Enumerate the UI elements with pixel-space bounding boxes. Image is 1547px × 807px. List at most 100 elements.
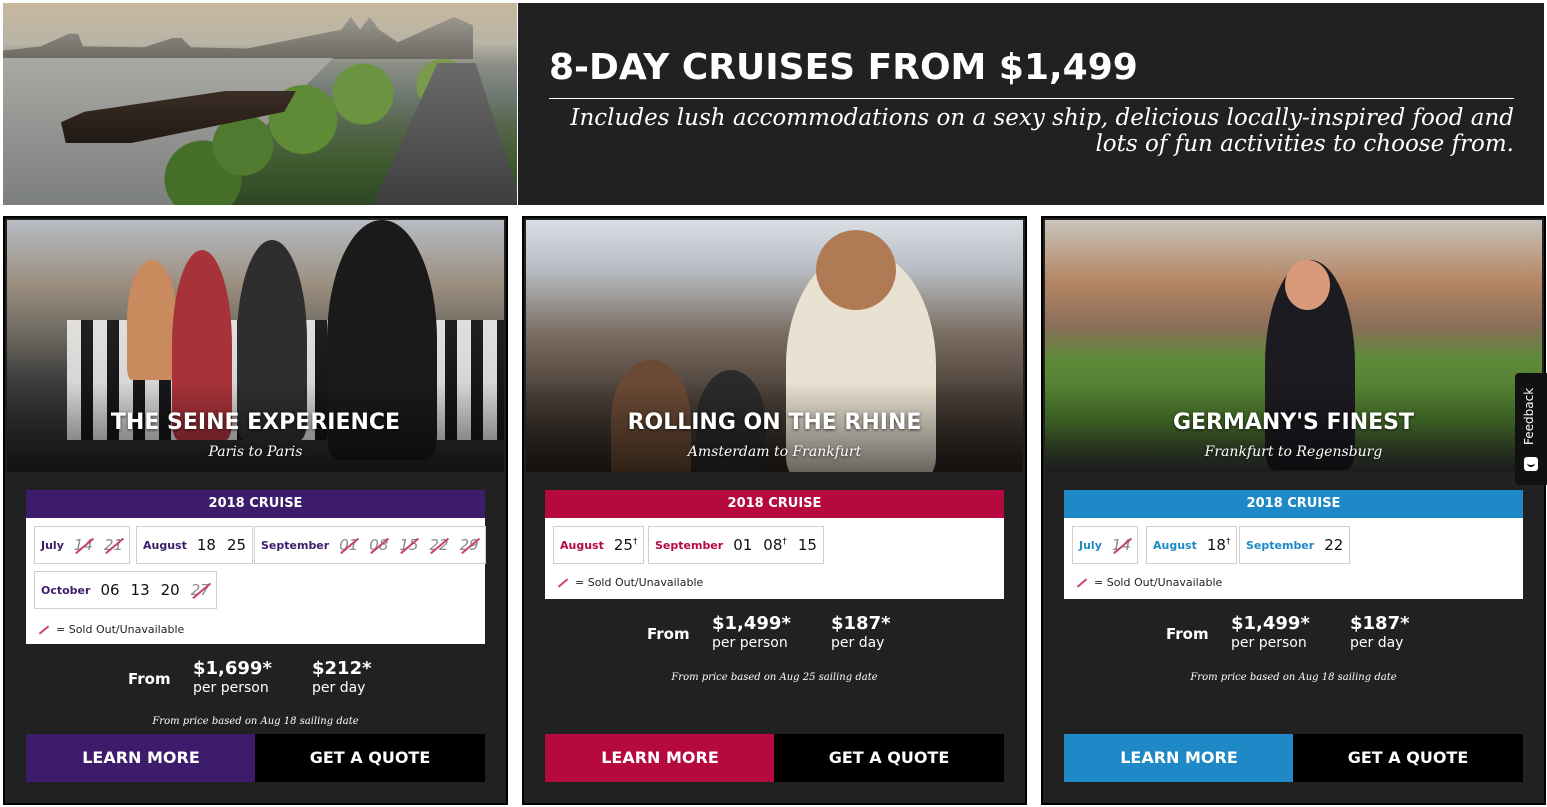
price-per-day: $187* per day — [1350, 613, 1410, 651]
date-available[interactable]: 01 — [733, 536, 752, 554]
hero-title: 8-DAY CRUISES FROM $1,499 — [549, 47, 1138, 88]
date-available[interactable]: 25† — [614, 536, 638, 554]
cruise-card-germany: GERMANY'S FINEST Frankfurt to Regensburg… — [1041, 216, 1546, 805]
date-available[interactable]: 15 — [798, 536, 817, 554]
date-available[interactable]: 06 — [100, 581, 119, 599]
legend-text: = Sold Out/Unavailable — [56, 623, 185, 636]
date-sold-out: 14 — [73, 536, 93, 554]
price-per-day-amount: $212* — [312, 658, 372, 679]
price-note: From price based on Aug 25 sailing date — [671, 672, 878, 683]
card-photo: ROLLING ON THE RHINE Amsterdam to Frankf… — [526, 220, 1023, 472]
per-day-label: per day — [831, 635, 885, 651]
date-available[interactable]: 22 — [1324, 536, 1343, 554]
cruise-year-bar: 2018 CRUISE — [545, 490, 1004, 518]
month-label: August — [560, 538, 604, 552]
card-photo: THE SEINE EXPERIENCE Paris to Paris — [7, 220, 504, 472]
from-label: From — [647, 625, 690, 643]
price-per-person: $1,499* per person — [712, 613, 791, 651]
month-label: August — [1153, 538, 1197, 552]
get-a-quote-button[interactable]: GET A QUOTE — [255, 734, 485, 782]
cruise-year-bar: 2018 CRUISE — [1064, 490, 1523, 518]
date-available[interactable]: 13 — [131, 581, 150, 599]
date-available[interactable]: 25 — [227, 536, 246, 554]
price-note: From price based on Aug 18 sailing date — [1190, 672, 1397, 683]
sold-out-legend: = Sold Out/Unavailable — [38, 623, 184, 636]
per-person-label: per person — [712, 635, 788, 651]
month-september: September 01 08† 15 — [648, 526, 824, 564]
get-a-quote-button[interactable]: GET A QUOTE — [1293, 734, 1523, 782]
price-note: From price based on Aug 18 sailing date — [152, 716, 359, 727]
hero-divider — [549, 98, 1514, 99]
price-per-day-amount: $187* — [831, 613, 891, 634]
smiley-icon — [1524, 457, 1538, 471]
sailing-dates: July 14 21 August 18 25 September 01 08 … — [26, 518, 486, 644]
per-day-label: per day — [312, 680, 366, 696]
person-figure — [127, 260, 177, 380]
date-sold-out: 29 — [459, 536, 479, 554]
feedback-label: Feedback — [1522, 387, 1536, 445]
month-label: July — [1079, 538, 1102, 552]
learn-more-button[interactable]: LEARN MORE — [26, 734, 256, 782]
per-day-label: per day — [1350, 635, 1404, 651]
person-head — [1285, 260, 1330, 310]
from-label: From — [128, 670, 171, 688]
card-photo: GERMANY'S FINEST Frankfurt to Regensburg — [1045, 220, 1542, 472]
month-july: July 14 — [1072, 526, 1138, 564]
card-title: THE SEINE EXPERIENCE — [110, 410, 401, 435]
month-august: August 25† — [553, 526, 645, 564]
hero-panel: 8-DAY CRUISES FROM $1,499 Includes lush … — [518, 3, 1544, 205]
learn-more-button[interactable]: LEARN MORE — [1064, 734, 1294, 782]
date-available[interactable]: 08† — [763, 536, 787, 554]
card-title: ROLLING ON THE RHINE — [627, 410, 922, 435]
sold-out-legend: = Sold Out/Unavailable — [557, 576, 703, 589]
month-august: August 18 25 — [136, 526, 254, 564]
price-per-day-amount: $187* — [1350, 613, 1410, 634]
price-per-person: $1,699* per person — [193, 658, 272, 696]
cruise-card-rhine: ROLLING ON THE RHINE Amsterdam to Frankf… — [522, 216, 1027, 805]
per-person-label: per person — [193, 680, 269, 696]
price-per-person-amount: $1,499* — [1231, 613, 1310, 634]
month-label: July — [41, 538, 64, 552]
price-per-person-amount: $1,699* — [193, 658, 272, 679]
date-sold-out: 14 — [1111, 536, 1131, 554]
date-available[interactable]: 18 — [197, 536, 216, 554]
month-august: August 18† — [1146, 526, 1238, 564]
legend-text: = Sold Out/Unavailable — [575, 576, 704, 589]
date-sold-out: 01 — [339, 536, 359, 554]
date-available[interactable]: 18† — [1207, 536, 1231, 554]
feedback-tab[interactable]: Feedback — [1515, 373, 1547, 485]
price-per-person: $1,499* per person — [1231, 613, 1310, 651]
sold-out-legend: = Sold Out/Unavailable — [1076, 576, 1222, 589]
sailing-dates: July 14 August 18† September 22 = Sold O… — [1064, 518, 1523, 599]
price-per-day: $212* per day — [312, 658, 372, 696]
hero-photo-river-city — [3, 3, 517, 205]
date-sold-out: 15 — [399, 536, 419, 554]
month-label: September — [655, 538, 724, 552]
sold-out-slash-icon — [557, 577, 569, 588]
legend-text: = Sold Out/Unavailable — [1094, 576, 1223, 589]
from-label: From — [1166, 625, 1209, 643]
card-route: Amsterdam to Frankfurt — [687, 444, 862, 460]
cruise-card-seine: THE SEINE EXPERIENCE Paris to Paris 2018… — [3, 216, 508, 805]
person-head — [816, 230, 896, 310]
month-september: September 22 — [1239, 526, 1351, 564]
cruise-year-bar: 2018 CRUISE — [26, 490, 485, 518]
date-sold-out: 22 — [429, 536, 449, 554]
month-label: September — [1246, 538, 1315, 552]
hero-subtitle: Includes lush accommodations on a sexy s… — [570, 105, 1514, 157]
per-person-label: per person — [1231, 635, 1307, 651]
month-july: July 14 21 — [34, 526, 131, 564]
learn-more-button[interactable]: LEARN MORE — [545, 734, 775, 782]
sold-out-slash-icon — [1076, 577, 1088, 588]
month-label: September — [261, 538, 330, 552]
price-per-day: $187* per day — [831, 613, 891, 651]
price-per-person-amount: $1,499* — [712, 613, 791, 634]
month-label: August — [143, 538, 187, 552]
month-october: October 06 13 20 27 — [34, 571, 217, 609]
date-available[interactable]: 20 — [161, 581, 180, 599]
sold-out-slash-icon — [38, 624, 50, 635]
get-a-quote-button[interactable]: GET A QUOTE — [774, 734, 1004, 782]
month-label: October — [41, 583, 91, 597]
date-sold-out: 08 — [369, 536, 389, 554]
card-title: GERMANY'S FINEST — [1172, 410, 1415, 435]
